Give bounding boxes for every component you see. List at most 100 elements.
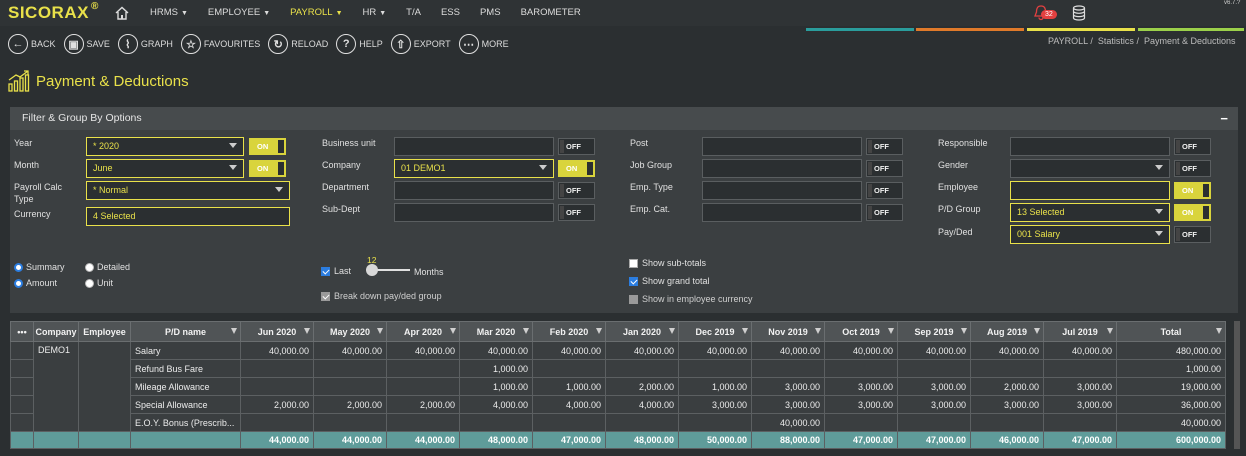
filter-icon[interactable] [596, 328, 602, 334]
sub-dept-field[interactable] [394, 203, 554, 222]
responsible-toggle[interactable]: OFF [1174, 138, 1211, 155]
favourites-button[interactable]: ☆ FAVOURITES [180, 34, 260, 54]
summary-radio[interactable]: Summary [14, 262, 65, 272]
row-selector[interactable] [10, 359, 34, 378]
unit-radio[interactable]: Unit [85, 278, 113, 288]
year-select[interactable]: * 2020 [86, 137, 244, 156]
department-toggle[interactable]: OFF [558, 182, 595, 199]
detailed-radio[interactable]: Detailed [85, 262, 130, 272]
filter-icon[interactable] [304, 328, 310, 334]
show-employee-currency-checkbox[interactable]: Show in employee currency [629, 294, 753, 304]
table-row[interactable]: Mileage Allowance 1,000.00 1,000.00 2,000.0… [10, 377, 1226, 396]
column-header[interactable]: Jul 2019 [1043, 321, 1117, 342]
more-button[interactable]: ⋯ MORE [458, 34, 509, 54]
breadcrumb-statistics[interactable]: Statistics [1098, 36, 1134, 46]
filter-icon[interactable] [1034, 328, 1040, 334]
sub-dept-toggle[interactable]: OFF [558, 204, 595, 221]
graph-button[interactable]: ⌇ GRAPH [117, 34, 173, 54]
home-icon[interactable] [114, 5, 130, 21]
responsible-field[interactable] [1010, 137, 1170, 156]
nav-item-employee[interactable]: EMPLOYEE ▼ [208, 7, 270, 18]
database-icon[interactable] [1072, 5, 1086, 21]
row-selector[interactable] [10, 413, 34, 432]
row-selector[interactable] [10, 377, 34, 396]
company-select[interactable]: 01 DEMO1 [394, 159, 554, 178]
show-subtotals-checkbox[interactable]: Show sub-totals [629, 258, 706, 268]
nav-item-hrms[interactable]: HRMS ▼ [150, 7, 188, 18]
filter-icon[interactable] [742, 328, 748, 334]
column-header[interactable]: Sep 2019 [897, 321, 971, 342]
save-button[interactable]: ▣ SAVE [63, 34, 110, 54]
nav-item-pms[interactable]: PMS [480, 7, 501, 18]
emp-cat-toggle[interactable]: OFF [866, 204, 903, 221]
pd-group-toggle[interactable]: ON [1174, 204, 1211, 221]
employee-field[interactable] [1010, 181, 1170, 200]
gender-toggle[interactable]: OFF [1174, 160, 1211, 177]
emp-cat-field[interactable] [702, 203, 862, 222]
help-button[interactable]: ? HELP [336, 34, 383, 54]
table-row[interactable]: Refund Bus Fare 1,000.00 1,000.00 [10, 359, 1226, 378]
month-toggle[interactable]: ON [249, 160, 286, 177]
filter-icon[interactable] [450, 328, 456, 334]
pay-ded-toggle[interactable]: OFF [1174, 226, 1211, 243]
column-menu-header[interactable]: ••• [10, 321, 34, 342]
column-header[interactable]: Total [1116, 321, 1226, 342]
amount-radio[interactable]: Amount [14, 278, 57, 288]
back-button[interactable]: ← BACK [8, 34, 56, 54]
filter-icon[interactable] [888, 328, 894, 334]
export-button[interactable]: ⇧ EXPORT [390, 34, 451, 54]
nav-item-barometer[interactable]: BAROMETER [521, 7, 581, 18]
column-header[interactable]: Employee [78, 321, 131, 342]
filter-icon[interactable] [1216, 328, 1222, 334]
filter-icon[interactable] [815, 328, 821, 334]
pd-group-select[interactable]: 13 Selected [1010, 203, 1170, 222]
employee-toggle[interactable]: ON [1174, 182, 1211, 199]
column-header[interactable]: Oct 2019 [824, 321, 898, 342]
column-header[interactable]: May 2020 [313, 321, 387, 342]
column-header[interactable]: Feb 2020 [532, 321, 606, 342]
filter-icon[interactable] [523, 328, 529, 334]
filter-panel-header[interactable]: Filter & Group By Options − [10, 107, 1238, 130]
months-slider-handle[interactable] [366, 264, 378, 276]
reload-button[interactable]: ↻ RELOAD [268, 34, 328, 54]
department-field[interactable] [394, 181, 554, 200]
column-header[interactable]: Jan 2020 [605, 321, 679, 342]
nav-item-t-a[interactable]: T/A [406, 7, 421, 18]
currency-select[interactable]: 4 Selected [86, 207, 290, 226]
job-group-toggle[interactable]: OFF [866, 160, 903, 177]
payroll-calc-type-select[interactable]: * Normal [86, 181, 290, 200]
gender-select[interactable] [1010, 159, 1170, 178]
table-row[interactable]: Special Allowance 2,000.00 2,000.00 2,000.0… [10, 395, 1226, 414]
emp-type-field[interactable] [702, 181, 862, 200]
business-unit-toggle[interactable]: OFF [558, 138, 595, 155]
nav-item-payroll[interactable]: PAYROLL ▼ [290, 7, 342, 18]
year-toggle[interactable]: ON [249, 138, 286, 155]
table-row[interactable]: DEMO1 Salary 40,000.00 40,000.00 40,000.00 40… [10, 341, 1226, 432]
filter-icon[interactable] [1107, 328, 1113, 334]
collapse-icon[interactable]: − [1220, 111, 1228, 126]
filter-icon[interactable] [961, 328, 967, 334]
table-scrollbar[interactable] [1234, 321, 1240, 449]
column-header[interactable]: Company [33, 321, 79, 342]
nav-item-hr[interactable]: HR ▼ [363, 7, 387, 18]
job-group-field[interactable] [702, 159, 862, 178]
post-toggle[interactable]: OFF [866, 138, 903, 155]
column-header[interactable]: Nov 2019 [751, 321, 825, 342]
business-unit-field[interactable] [394, 137, 554, 156]
last-months-checkbox[interactable]: Last [321, 266, 351, 276]
pay-ded-select[interactable]: 001 Salary [1010, 225, 1170, 244]
row-selector[interactable] [10, 341, 34, 360]
column-header[interactable]: Mar 2020 [459, 321, 533, 342]
emp-type-toggle[interactable]: OFF [866, 182, 903, 199]
nav-item-ess[interactable]: ESS [441, 7, 460, 18]
show-grand-total-checkbox[interactable]: Show grand total [629, 276, 710, 286]
company-toggle[interactable]: ON [558, 160, 595, 177]
filter-icon[interactable] [377, 328, 383, 334]
column-header[interactable]: Aug 2019 [970, 321, 1044, 342]
break-down-checkbox[interactable]: Break down pay/ded group [321, 291, 442, 301]
table-row[interactable]: E.O.Y. Bonus (Prescrib... 40,000.00 40,000… [10, 413, 1226, 432]
filter-icon[interactable] [231, 328, 237, 334]
column-header[interactable]: Dec 2019 [678, 321, 752, 342]
row-selector[interactable] [10, 395, 34, 414]
column-header[interactable]: Jun 2020 [240, 321, 314, 342]
